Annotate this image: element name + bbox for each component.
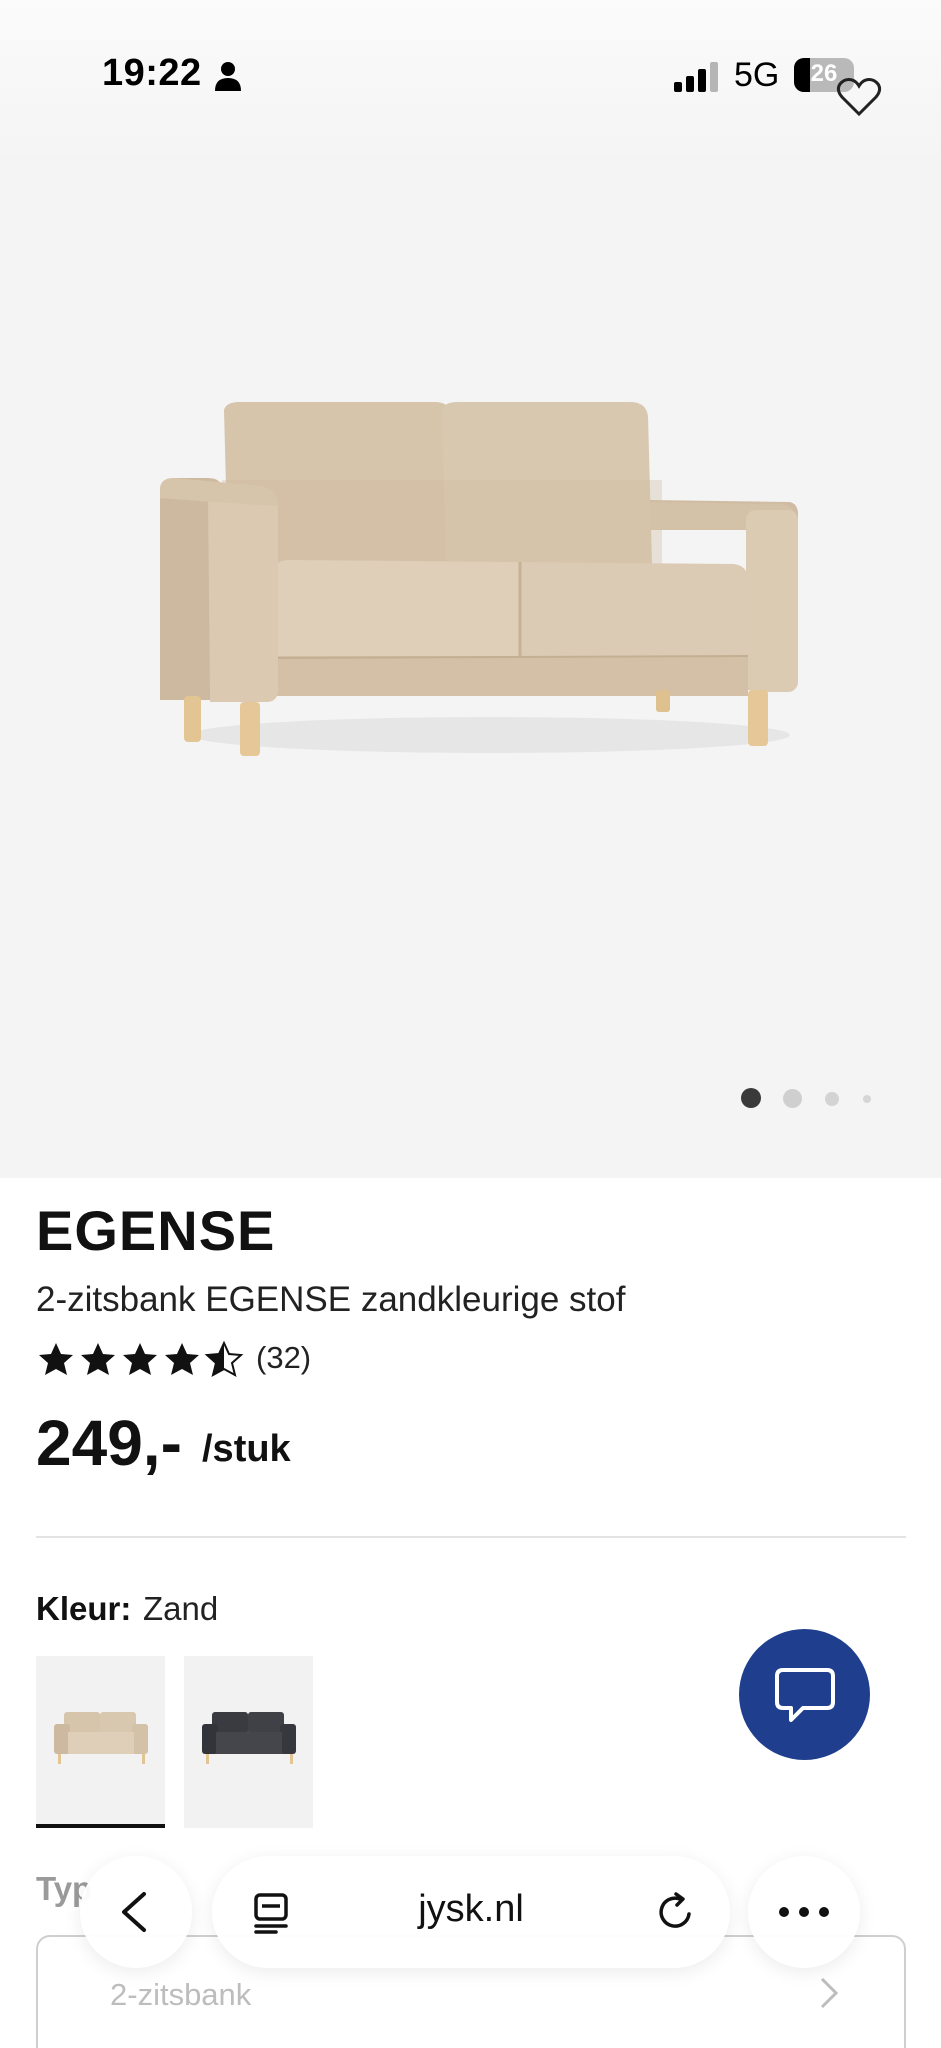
signal-strength-icon xyxy=(674,62,718,92)
chevron-left-icon xyxy=(122,1892,146,1932)
more-dots-icon xyxy=(779,1907,829,1917)
star-filled-icon xyxy=(81,1343,115,1375)
star-filled-icon xyxy=(39,1343,73,1375)
person-icon xyxy=(215,62,241,91)
color-label: Kleur: xyxy=(36,1590,132,1627)
url-text: jysk.nl xyxy=(418,1888,524,1930)
sofa-thumbnail-dark-grey xyxy=(202,1712,296,1764)
color-swatch-zand[interactable] xyxy=(36,1656,165,1828)
product-title: EGENSE xyxy=(36,1199,276,1262)
network-type: 5G xyxy=(734,56,780,94)
browser-back-button[interactable] xyxy=(80,1856,192,1968)
review-count[interactable]: (32) xyxy=(256,1340,311,1376)
rating-stars[interactable] xyxy=(36,1337,246,1383)
browser-address-bar[interactable]: jysk.nl xyxy=(212,1856,730,1968)
carousel-dot-2[interactable] xyxy=(783,1089,802,1108)
product-description: 2-zitsbank EGENSE zandkleurige stof xyxy=(36,1280,626,1319)
reload-icon[interactable] xyxy=(656,1892,696,1932)
chevron-right-icon xyxy=(820,1977,839,2009)
star-filled-icon xyxy=(123,1343,157,1375)
color-swatch-dark-grey[interactable] xyxy=(184,1656,313,1828)
chat-button[interactable] xyxy=(739,1629,870,1760)
sofa-product-image xyxy=(160,402,798,756)
browser-more-button[interactable] xyxy=(748,1856,860,1968)
star-filled-icon xyxy=(165,1343,199,1375)
favorite-heart-icon[interactable] xyxy=(836,76,882,118)
status-time: 19:22 xyxy=(102,52,202,94)
type-select-value: 2-zitsbank xyxy=(110,1977,252,2012)
carousel-dot-1[interactable] xyxy=(741,1088,761,1108)
selected-color: Zand xyxy=(143,1590,219,1627)
product-price: 249,- xyxy=(36,1407,182,1479)
divider xyxy=(36,1536,906,1538)
chat-bubble-icon xyxy=(774,1667,835,1722)
carousel-dot-4[interactable] xyxy=(863,1095,871,1103)
sofa-thumbnail-sand xyxy=(54,1712,148,1764)
product-image-gallery[interactable] xyxy=(0,0,941,1178)
star-half-icon xyxy=(206,1342,242,1376)
carousel-dot-3[interactable] xyxy=(825,1092,839,1106)
price-unit: /stuk xyxy=(202,1428,291,1470)
